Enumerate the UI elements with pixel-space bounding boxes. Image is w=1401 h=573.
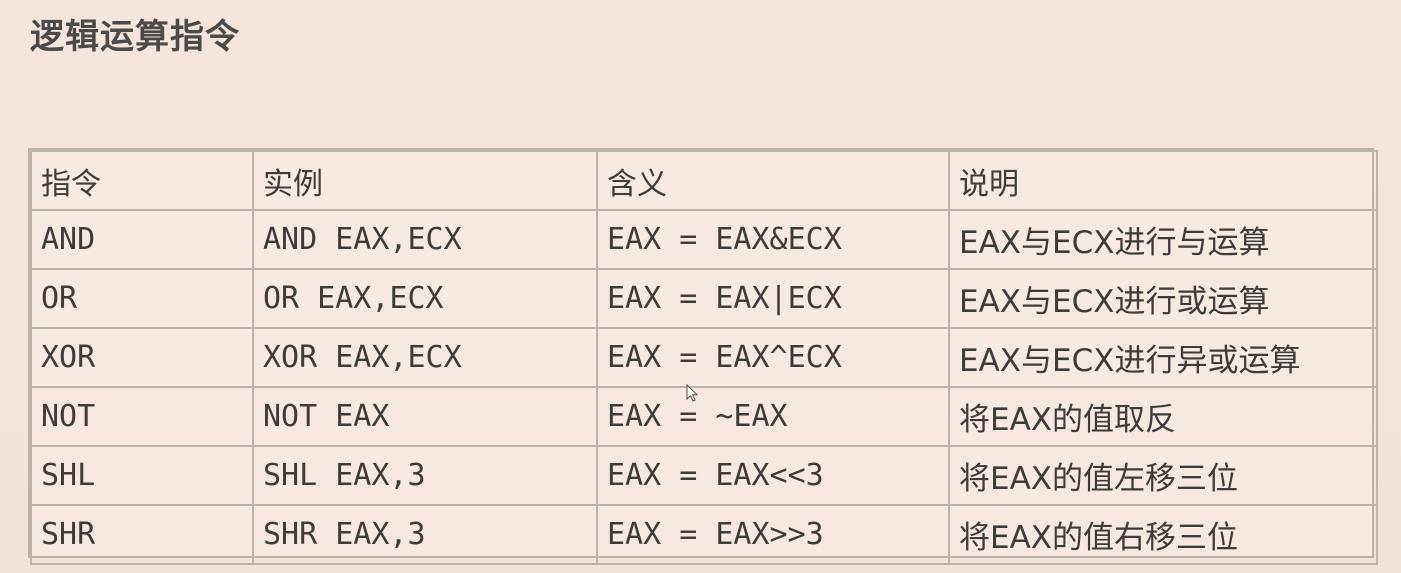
header-instruction: 指令 — [30, 150, 254, 211]
table-row: SHR SHR EAX,3 EAX = EAX>>3 将EAX的值右移三位 — [30, 504, 1378, 565]
table-row: OR OR EAX,ECX EAX = EAX|ECX EAX与ECX进行或运算 — [30, 268, 1378, 329]
description-cell: EAX与ECX进行与运算 — [948, 209, 1378, 270]
header-example: 实例 — [252, 150, 598, 211]
meaning-cell: EAX = EAX>>3 — [596, 504, 950, 565]
header-meaning: 含义 — [596, 150, 950, 211]
table-row: NOT NOT EAX EAX = ~EAX 将EAX的值取反 — [30, 386, 1378, 447]
description-cell: 将EAX的值右移三位 — [948, 504, 1378, 565]
example-cell: SHL EAX,3 — [252, 445, 598, 506]
instruction-cell: SHL — [30, 445, 254, 506]
description-cell: 将EAX的值左移三位 — [948, 445, 1378, 506]
meaning-cell: EAX = ~EAX — [596, 386, 950, 447]
instruction-cell: XOR — [30, 327, 254, 388]
table-row: AND AND EAX,ECX EAX = EAX&ECX EAX与ECX进行与… — [30, 209, 1378, 270]
meaning-cell: EAX = EAX&ECX — [596, 209, 950, 270]
example-cell: OR EAX,ECX — [252, 268, 598, 329]
instruction-cell: NOT — [30, 386, 254, 447]
instruction-cell: SHR — [30, 504, 254, 565]
example-cell: NOT EAX — [252, 386, 598, 447]
example-cell: AND EAX,ECX — [252, 209, 598, 270]
instruction-table: 指令 实例 含义 说明 AND AND EAX,ECX EAX = EAX&EC… — [28, 148, 1378, 565]
meaning-cell: EAX = EAX<<3 — [596, 445, 950, 506]
table-row: XOR XOR EAX,ECX EAX = EAX^ECX EAX与ECX进行异… — [30, 327, 1378, 388]
header-description: 说明 — [948, 150, 1378, 211]
instruction-cell: OR — [30, 268, 254, 329]
meaning-cell: EAX = EAX|ECX — [596, 268, 950, 329]
example-cell: XOR EAX,ECX — [252, 327, 598, 388]
logic-instructions-table: 指令 实例 含义 说明 AND AND EAX,ECX EAX = EAX&EC… — [30, 150, 1378, 565]
mouse-pointer-icon — [686, 384, 698, 402]
instruction-cell: AND — [30, 209, 254, 270]
description-cell: 将EAX的值取反 — [948, 386, 1378, 447]
description-cell: EAX与ECX进行异或运算 — [948, 327, 1378, 388]
slide: 逻辑运算指令 指令 实例 含义 说明 AND AND EAX,ECX EAX =… — [0, 0, 1401, 573]
meaning-cell: EAX = EAX^ECX — [596, 327, 950, 388]
description-cell: EAX与ECX进行或运算 — [948, 268, 1378, 329]
example-cell: SHR EAX,3 — [252, 504, 598, 565]
table-header-row: 指令 实例 含义 说明 — [30, 150, 1378, 211]
table-row: SHL SHL EAX,3 EAX = EAX<<3 将EAX的值左移三位 — [30, 445, 1378, 506]
page-title: 逻辑运算指令 — [30, 17, 240, 57]
